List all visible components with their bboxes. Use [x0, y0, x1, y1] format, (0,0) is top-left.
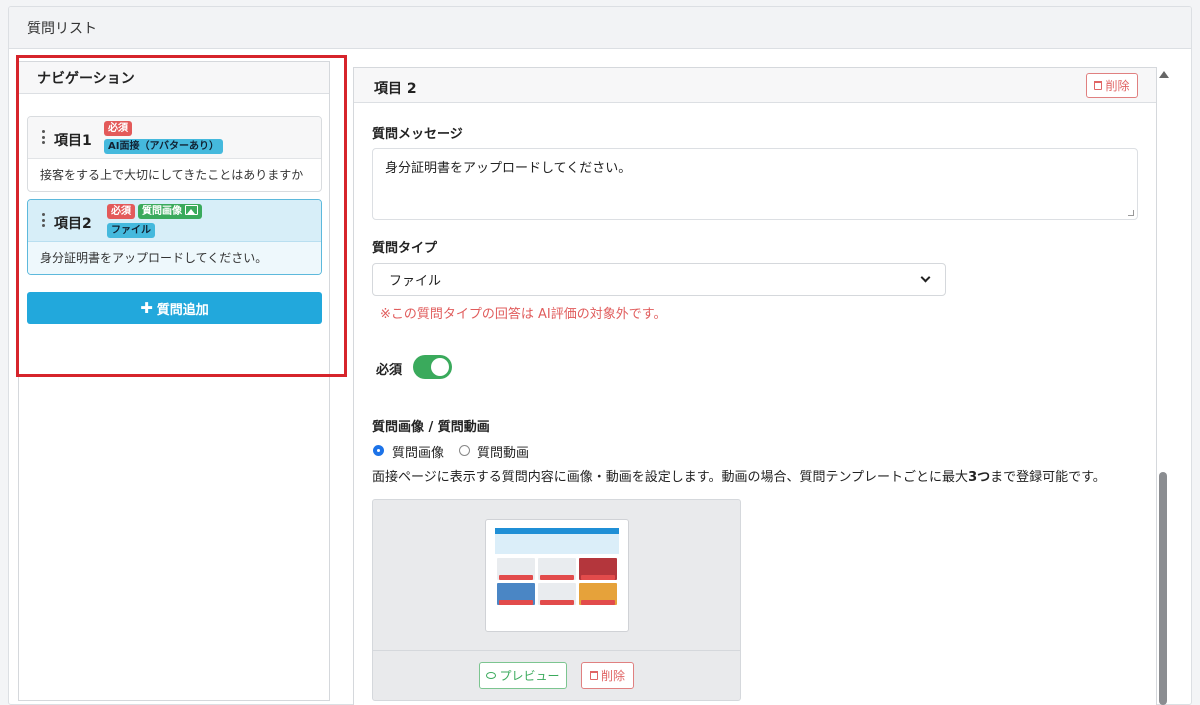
file-type-badge: ファイル — [107, 223, 155, 238]
plus-icon: ✚ — [140, 299, 153, 317]
delete-media-label: 削除 — [600, 669, 625, 683]
type-value: ファイル — [389, 274, 442, 289]
nav-item-title: 項目2 — [54, 216, 92, 232]
nav-item-description: 身分証明書をアップロードしてください。 — [28, 242, 321, 274]
nav-item-2[interactable]: 項目2 必須 質問画像 ファイル 身分証明書をアップロードしてください。 — [27, 199, 322, 275]
preview-button[interactable]: プレビュー — [479, 662, 567, 689]
nav-item-1[interactable]: 項目1 必須 AI面接（アバターあり） 接客をする上で大切にしてきたことはありま… — [27, 116, 322, 192]
nav-item-title: 項目1 — [54, 133, 92, 149]
uploaded-image-thumbnail[interactable] — [485, 519, 629, 632]
required-toggle[interactable] — [413, 355, 452, 379]
media-preview-area: プレビュー 削除 — [372, 499, 741, 701]
add-question-button[interactable]: ✚ 質問追加 — [27, 292, 322, 324]
delete-media-button[interactable]: 削除 — [581, 662, 634, 689]
drag-handle-icon[interactable] — [42, 130, 46, 144]
question-type-select[interactable]: ファイル — [372, 263, 946, 296]
scroll-up-arrow-icon[interactable] — [1159, 71, 1169, 78]
add-question-label: 質問追加 — [156, 302, 209, 318]
required-badge: 必須 — [104, 121, 132, 136]
radio-question-image[interactable] — [373, 445, 384, 456]
required-label: 必須 — [376, 363, 403, 378]
drag-handle-icon[interactable] — [42, 213, 46, 227]
question-image-badge: 質問画像 — [138, 204, 202, 219]
scrollbar-thumb[interactable] — [1159, 472, 1167, 705]
trash-icon — [589, 671, 598, 680]
message-textarea[interactable]: 身分証明書をアップロードしてください。 — [372, 148, 1138, 220]
message-label: 質問メッセージ — [372, 127, 463, 142]
nav-item-description: 接客をする上で大切にしてきたことはありますか — [40, 168, 304, 182]
navigation-panel: ナビゲーション 項目1 必須 AI面接（アバターあり） 接客をする上で大切にして… — [18, 61, 330, 701]
preview-label: プレビュー — [499, 669, 560, 683]
radio-question-image-label[interactable]: 質問画像 — [392, 442, 444, 461]
page-title: 質問リスト — [9, 7, 1191, 49]
delete-question-button[interactable]: 削除 — [1086, 73, 1138, 98]
image-icon — [185, 205, 198, 215]
navigation-title: ナビゲーション — [19, 62, 329, 94]
required-badge: 必須 — [107, 204, 135, 219]
radio-question-video-label[interactable]: 質問動画 — [477, 442, 529, 461]
delete-label: 削除 — [1105, 79, 1130, 93]
type-warning: ※この質問タイプの回答は AI評価の対象外です。 — [380, 307, 667, 322]
detail-title: 項目 2 — [374, 81, 417, 97]
type-label: 質問タイプ — [372, 241, 438, 256]
ai-interview-badge: AI面接（アバターあり） — [104, 139, 224, 154]
media-label: 質問画像 / 質問動画 — [372, 420, 490, 435]
trash-icon — [1094, 81, 1103, 90]
eye-icon — [486, 672, 497, 679]
resize-handle-icon[interactable] — [1128, 210, 1134, 216]
message-value: 身分証明書をアップロードしてください。 — [385, 161, 632, 176]
chevron-down-icon — [920, 272, 931, 283]
radio-question-video[interactable] — [459, 445, 470, 456]
media-help-text: 面接ページに表示する質問内容に画像・動画を設定します。動画の場合、質問テンプレー… — [372, 470, 1106, 485]
